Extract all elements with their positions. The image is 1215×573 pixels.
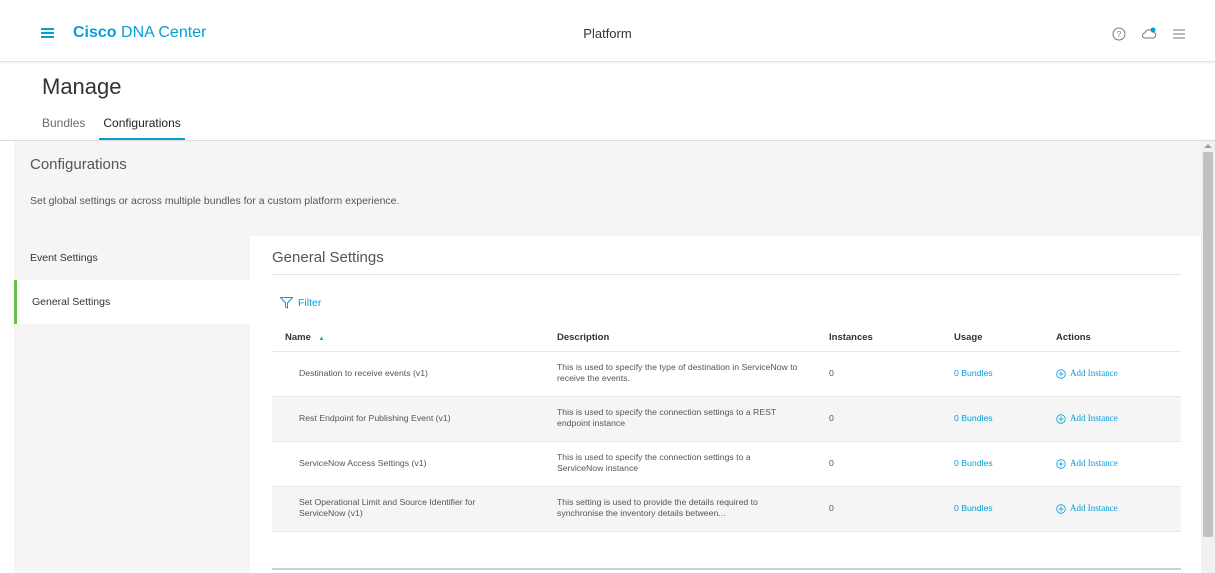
menu-list-icon[interactable]	[1171, 26, 1187, 42]
row-description: This is used to specify the type of dest…	[557, 362, 798, 383]
svg-text:?: ?	[1117, 30, 1122, 39]
filter-icon	[280, 297, 293, 309]
row-usage-link[interactable]: 0 Bundles	[954, 503, 993, 514]
panel-divider	[272, 274, 1181, 275]
tab-configurations[interactable]: Configurations	[99, 116, 186, 140]
hamburger-menu-icon[interactable]	[41, 28, 54, 38]
brand-rest: DNA Center	[116, 24, 207, 41]
column-name-label: Name	[285, 332, 311, 343]
column-header-description[interactable]: Description	[557, 332, 609, 343]
row-name: Rest Endpoint for Publishing Event (v1)	[299, 413, 451, 423]
column-header-instances[interactable]: Instances	[829, 332, 873, 343]
plus-circle-icon	[1056, 503, 1066, 514]
row-instances: 0	[829, 458, 834, 468]
scroll-up-arrow-icon[interactable]	[1204, 144, 1212, 148]
filter-button[interactable]: Filter	[280, 295, 321, 311]
add-instance-label: Add Instance	[1070, 458, 1118, 468]
row-description: This setting is used to provide the deta…	[557, 497, 758, 518]
section-description: Set global settings or across multiple b…	[30, 195, 400, 207]
sort-ascending-icon: ▲	[318, 336, 325, 342]
row-name: Set Operational Limit and Source Identif…	[299, 497, 476, 518]
plus-circle-icon	[1056, 413, 1066, 424]
column-header-name[interactable]: Name ▲	[285, 332, 324, 343]
row-description: This is used to specify the connection s…	[557, 452, 751, 473]
filter-label: Filter	[298, 297, 322, 309]
row-instances: 0	[829, 503, 834, 513]
help-icon[interactable]: ?	[1111, 26, 1127, 42]
brand-logo[interactable]: Cisco DNA Center	[73, 24, 206, 42]
panel-title: General Settings	[272, 249, 384, 266]
add-instance-button[interactable]: Add Instance	[1056, 368, 1118, 379]
plus-circle-icon	[1056, 458, 1066, 469]
add-instance-label: Add Instance	[1070, 368, 1118, 378]
add-instance-button[interactable]: Add Instance	[1056, 503, 1118, 514]
brand-bold: Cisco	[73, 24, 117, 41]
add-instance-label: Add Instance	[1070, 503, 1118, 513]
cloud-notification-icon[interactable]	[1141, 26, 1157, 42]
plus-circle-icon	[1056, 368, 1066, 379]
row-name: Destination to receive events (v1)	[299, 368, 428, 378]
row-instances: 0	[829, 368, 834, 378]
row-description: This is used to specify the connection s…	[557, 407, 777, 428]
configurations-header	[14, 141, 1201, 236]
row-instances: 0	[829, 413, 834, 423]
add-instance-label: Add Instance	[1070, 413, 1118, 423]
header-icons: ?	[1111, 24, 1187, 44]
table-bottom-divider	[272, 568, 1181, 570]
tab-bar: Bundles Configurations	[42, 116, 199, 140]
column-header-usage[interactable]: Usage	[954, 332, 983, 343]
row-usage-link[interactable]: 0 Bundles	[954, 413, 993, 424]
add-instance-button[interactable]: Add Instance	[1056, 413, 1118, 424]
sidebar-item-general-settings[interactable]: General Settings	[14, 280, 250, 324]
page-title: Manage	[42, 74, 122, 99]
column-header-actions: Actions	[1056, 332, 1091, 343]
row-usage-link[interactable]: 0 Bundles	[954, 368, 993, 379]
sidebar-item-event-settings[interactable]: Event Settings	[14, 236, 250, 280]
add-instance-button[interactable]: Add Instance	[1056, 458, 1118, 469]
scrollbar-thumb[interactable]	[1203, 152, 1213, 537]
section-title: Configurations	[30, 156, 127, 173]
tab-bundles[interactable]: Bundles	[42, 116, 85, 140]
row-name: ServiceNow Access Settings (v1)	[299, 458, 427, 468]
row-usage-link[interactable]: 0 Bundles	[954, 458, 993, 469]
